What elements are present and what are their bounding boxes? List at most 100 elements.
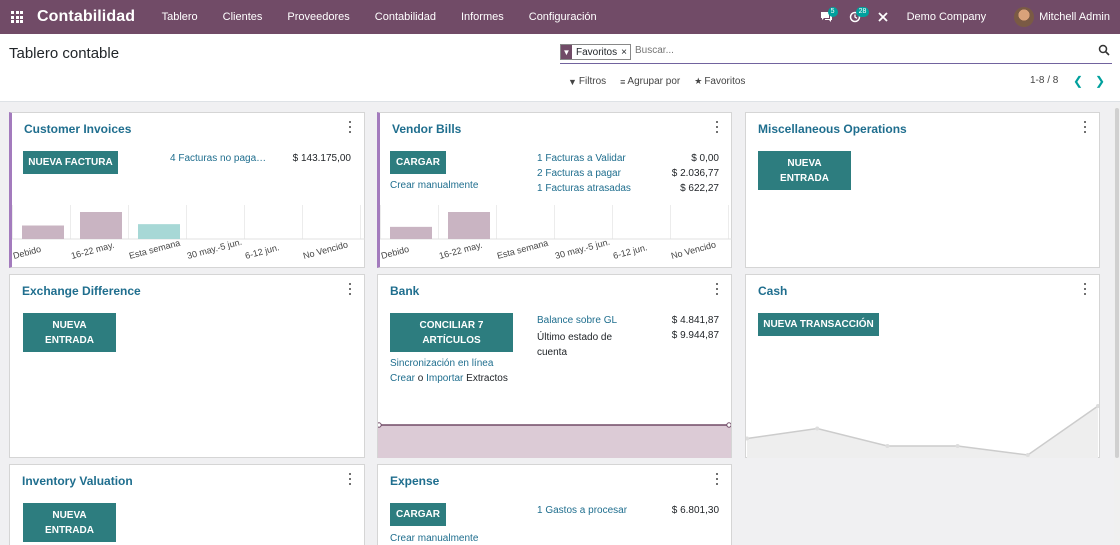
- nav-clientes[interactable]: Clientes: [210, 0, 275, 34]
- scrollbar-thumb[interactable]: [1115, 108, 1119, 458]
- online-sync-link[interactable]: Sincronización en línea: [390, 358, 493, 369]
- apps-menu-icon[interactable]: [2, 0, 32, 34]
- nav-proveedores[interactable]: Proveedores: [275, 0, 362, 34]
- card-bank[interactable]: Bank CONCILIAR 7 ARTÍCULOS Sincronizació…: [377, 274, 732, 458]
- bar[interactable]: [22, 225, 64, 240]
- reconcile-button[interactable]: CONCILIAR 7 ARTÍCULOS: [390, 313, 513, 352]
- cash-chart: [746, 404, 1099, 458]
- card-title[interactable]: Customer Invoices: [24, 122, 131, 136]
- upload-bill-button[interactable]: CARGAR: [390, 151, 446, 174]
- card-title[interactable]: Vendor Bills: [392, 122, 461, 136]
- new-invoice-button[interactable]: NUEVA FACTURA: [23, 151, 118, 174]
- create-import-row: Crear o Importar Extractos: [390, 373, 508, 384]
- new-transaction-button[interactable]: NUEVA TRANSACCIÓN: [758, 313, 879, 336]
- user-menu[interactable]: Mitchell Admin: [1039, 11, 1110, 23]
- kebab-icon[interactable]: [348, 283, 352, 295]
- card-title[interactable]: Exchange Difference: [22, 284, 141, 298]
- bar[interactable]: [448, 212, 490, 239]
- star-icon: ★: [694, 76, 703, 86]
- bars-icon: ≡: [620, 76, 626, 87]
- facet-remove-icon[interactable]: ×: [621, 47, 630, 58]
- bar[interactable]: [390, 226, 432, 239]
- button-line-2: ENTRADA: [45, 334, 94, 346]
- upload-expense-button[interactable]: CARGAR: [390, 503, 446, 526]
- card-exchange-difference[interactable]: Exchange Difference NUEVA ENTRADA: [9, 274, 365, 458]
- nav-informes[interactable]: Informes: [448, 0, 516, 34]
- button-line-1: NUEVA: [787, 157, 822, 169]
- card-expense[interactable]: Expense CARGAR Crear manualmente 1 Gasto…: [377, 464, 732, 545]
- filter-icon: ▼: [561, 45, 572, 59]
- expenses-to-process-link[interactable]: 1 Gastos a procesar: [537, 505, 627, 516]
- nav-tablero[interactable]: Tablero: [149, 0, 210, 34]
- filters-label: Filtros: [578, 76, 607, 87]
- nav-contabilidad[interactable]: Contabilidad: [362, 0, 448, 34]
- kebab-icon[interactable]: [348, 473, 352, 485]
- card-title[interactable]: Cash: [758, 284, 787, 298]
- button-line-1: NUEVA: [52, 319, 87, 331]
- close-icon[interactable]: [869, 0, 897, 34]
- tick-label: Debido: [12, 244, 42, 261]
- search-icon[interactable]: [1098, 44, 1112, 58]
- group-by-button[interactable]: ≡ Agrupar por: [620, 76, 680, 87]
- top-navbar: Contabilidad Tablero Clientes Proveedore…: [0, 0, 1120, 34]
- tick-label: 30 may.-5 jun.: [554, 237, 611, 261]
- messages-icon[interactable]: 5: [813, 0, 841, 34]
- last-statement-line-1: Último estado de: [537, 332, 613, 343]
- balance-gl-link[interactable]: Balance sobre GL: [537, 315, 617, 326]
- company-switcher[interactable]: Demo Company: [907, 11, 986, 23]
- favorites-button[interactable]: ★ Favoritos: [694, 76, 745, 87]
- favorites-label: Favoritos: [704, 76, 746, 87]
- bills-to-pay-amount: $ 2.036,77: [671, 168, 719, 179]
- app-brand[interactable]: Contabilidad: [37, 8, 135, 26]
- card-title[interactable]: Expense: [390, 474, 439, 488]
- kebab-icon[interactable]: [348, 121, 352, 133]
- activities-icon[interactable]: 28: [841, 0, 870, 34]
- new-entry-button[interactable]: NUEVA ENTRADA: [758, 151, 851, 190]
- pager-value[interactable]: 1-8 / 8: [1030, 75, 1058, 86]
- kebab-icon[interactable]: [715, 283, 719, 295]
- pager-next-icon[interactable]: ❯: [1093, 74, 1107, 88]
- kebab-icon[interactable]: [715, 121, 719, 133]
- late-bills-link[interactable]: 1 Facturas atrasadas: [537, 183, 631, 194]
- or-text: o: [417, 373, 424, 384]
- card-title[interactable]: Bank: [390, 284, 419, 298]
- area-fill: [747, 406, 1098, 458]
- data-point: [885, 444, 890, 448]
- pager-prev-icon[interactable]: ❮: [1071, 74, 1085, 88]
- card-vendor-bills[interactable]: Vendor Bills CARGAR Crear manualmente 1 …: [377, 112, 732, 268]
- bar[interactable]: [80, 212, 122, 239]
- kebab-icon[interactable]: [1083, 283, 1087, 295]
- bills-to-validate-link[interactable]: 1 Facturas a Validar: [537, 153, 626, 164]
- filters-button[interactable]: ▼ Filtros: [568, 76, 606, 87]
- statements-text: Extractos: [466, 373, 508, 384]
- import-link[interactable]: Importar: [426, 373, 463, 384]
- balance-gl-amount: $ 4.841,87: [671, 315, 719, 326]
- tick-label: No Vencido: [302, 239, 349, 261]
- card-inventory-valuation[interactable]: Inventory Valuation NUEVA ENTRADA: [9, 464, 365, 545]
- unpaid-invoices-link[interactable]: 4 Facturas no paga…: [170, 153, 266, 164]
- card-title[interactable]: Inventory Valuation: [22, 474, 133, 488]
- create-manually-link[interactable]: Crear manualmente: [390, 533, 478, 544]
- kebab-icon[interactable]: [1083, 121, 1087, 133]
- card-title[interactable]: Miscellaneous Operations: [758, 122, 907, 136]
- card-misc-operations[interactable]: Miscellaneous Operations NUEVA ENTRADA: [745, 112, 1100, 268]
- group-by-label: Agrupar por: [627, 76, 681, 87]
- search-input[interactable]: [635, 45, 1085, 56]
- button-line-1: NUEVA: [52, 509, 87, 521]
- tick-label: 6-12 jun.: [244, 242, 280, 261]
- tick-label: Esta semana: [496, 238, 549, 261]
- bar[interactable]: [138, 224, 180, 239]
- new-entry-button[interactable]: NUEVA ENTRADA: [23, 313, 116, 352]
- nav-configuracion[interactable]: Configuración: [516, 0, 609, 34]
- user-avatar[interactable]: [1014, 7, 1035, 27]
- new-entry-button[interactable]: NUEVA ENTRADA: [23, 503, 116, 542]
- tick-label: Debido: [380, 244, 410, 261]
- card-cash[interactable]: Cash NUEVA TRANSACCIÓN: [745, 274, 1100, 458]
- create-link[interactable]: Crear: [390, 373, 415, 384]
- button-line-1: CONCILIAR 7: [419, 319, 484, 331]
- bills-to-pay-link[interactable]: 2 Facturas a pagar: [537, 168, 621, 179]
- data-point: [1025, 453, 1030, 457]
- kebab-icon[interactable]: [715, 473, 719, 485]
- card-customer-invoices[interactable]: Customer Invoices NUEVA FACTURA 4 Factur…: [9, 112, 365, 268]
- create-manually-link[interactable]: Crear manualmente: [390, 180, 478, 191]
